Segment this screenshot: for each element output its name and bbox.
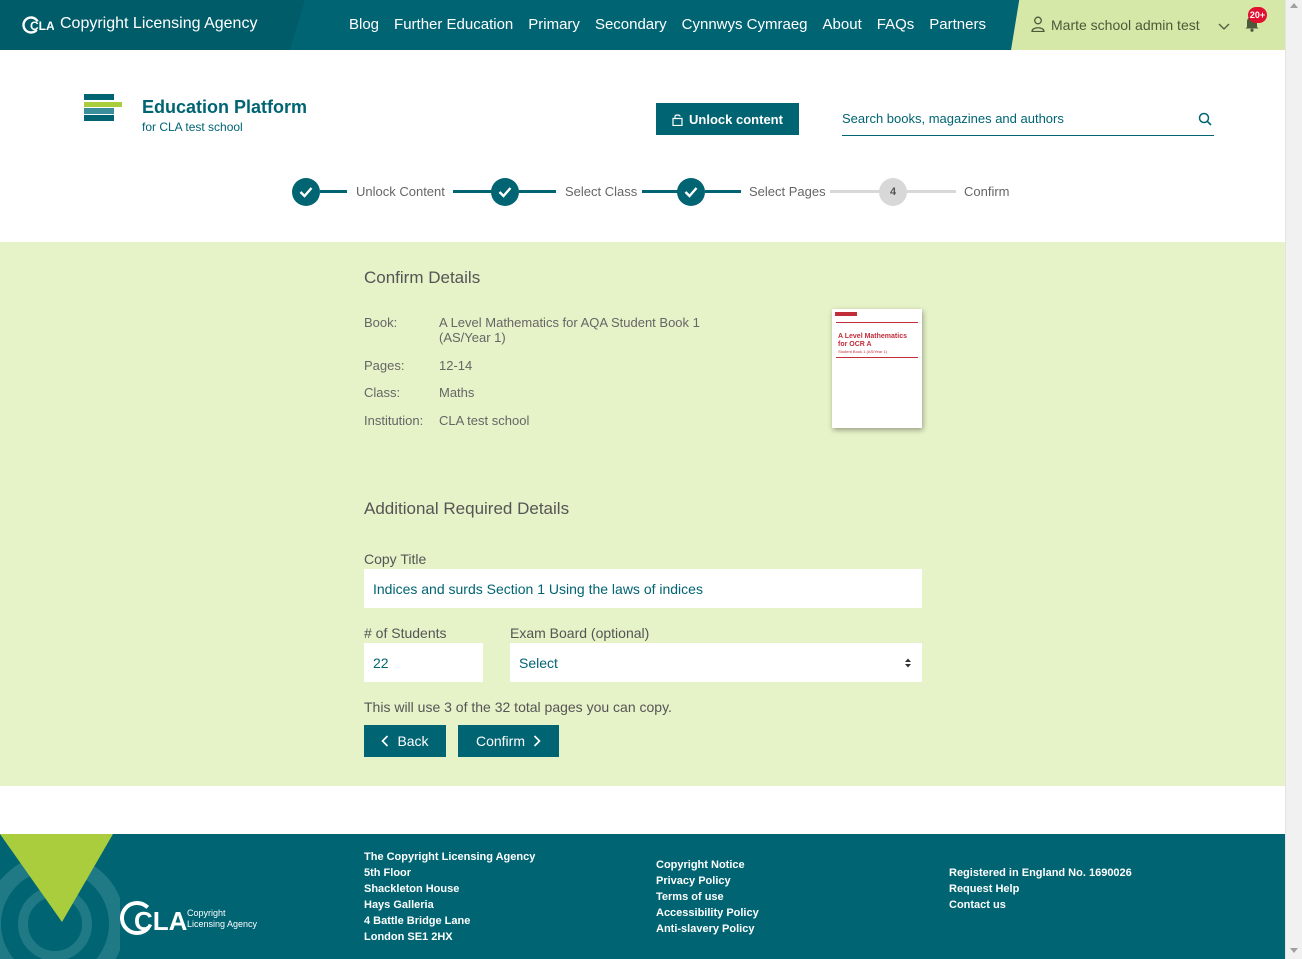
notification-badge: 20+	[1248, 7, 1267, 23]
step-3-complete	[677, 178, 705, 206]
footer-link-request-help[interactable]: Request Help	[949, 881, 1132, 897]
scroll-up-arrow-icon[interactable]	[1290, 3, 1298, 8]
step-4-current: 4	[879, 178, 907, 206]
footer-link-copyright-notice[interactable]: Copyright Notice	[656, 857, 759, 873]
page-scrollbar[interactable]	[1285, 0, 1302, 959]
svg-text:CLA: CLA	[134, 906, 188, 936]
footer-cla-logo-icon[interactable]: CLA Copyright Licensing Agency	[120, 898, 260, 940]
checkmark-icon	[684, 187, 698, 198]
chevron-right-icon	[533, 735, 541, 747]
confirm-button[interactable]: Confirm	[458, 725, 559, 757]
book-cover-brand-bar	[835, 312, 857, 316]
book-cover-rule	[836, 322, 918, 323]
user-icon	[1031, 16, 1045, 33]
nav-cynnwys-cymraeg[interactable]: Cynnwys Cymraeg	[682, 16, 808, 33]
step-connector	[705, 190, 741, 193]
confirm-button-label: Confirm	[475, 733, 525, 749]
pages-label: Pages:	[364, 358, 405, 373]
footer-address-line: Shackleton House	[364, 883, 460, 895]
copy-title-input[interactable]	[364, 569, 922, 608]
unlock-content-label: Unlock content	[689, 111, 783, 127]
footer-address-line: Hays Galleria	[364, 899, 434, 911]
institution-value: CLA test school	[439, 413, 530, 428]
footer-registration: Registered in England No. 1690026	[949, 867, 1132, 879]
exam-board-selected-value: Select	[519, 655, 558, 671]
nav-secondary[interactable]: Secondary	[595, 16, 667, 33]
footer-link-contact-us[interactable]: Contact us	[949, 897, 1132, 913]
step-connector	[320, 190, 347, 193]
pages-value: 12-14	[439, 358, 473, 373]
scroll-down-arrow-icon[interactable]	[1290, 948, 1298, 953]
lock-icon	[672, 113, 683, 126]
step-2-label: Select Class	[565, 184, 638, 199]
school-name: for CLA test school	[142, 120, 243, 134]
footer-decoration-icon	[0, 834, 120, 959]
class-value: Maths	[439, 385, 475, 400]
exam-board-label: Exam Board (optional)	[510, 625, 650, 641]
chevron-left-icon	[381, 735, 389, 747]
book-cover-rule	[836, 357, 918, 358]
institution-label: Institution:	[364, 413, 424, 428]
nav-primary[interactable]: Primary	[528, 16, 580, 33]
education-platform-logo-icon[interactable]	[84, 94, 122, 122]
chevron-down-icon[interactable]	[1218, 18, 1230, 30]
footer-policy-links: Copyright Notice Privacy Policy Terms of…	[656, 857, 759, 937]
step-2-complete	[491, 178, 519, 206]
step-connector	[830, 190, 880, 193]
search-icon[interactable]	[1198, 112, 1212, 126]
footer-link-privacy-policy[interactable]: Privacy Policy	[656, 873, 759, 889]
back-button[interactable]: Back	[364, 725, 446, 757]
additional-details-heading: Additional Required Details	[364, 499, 570, 518]
page-usage-note: This will use 3 of the 32 total pages yo…	[364, 699, 672, 715]
step-1-complete	[292, 178, 320, 206]
step-connector	[453, 190, 493, 193]
search-input[interactable]	[842, 111, 1182, 126]
copy-title-label: Copy Title	[364, 551, 427, 567]
book-cover-subtitle: Student Book 1 (AS/Year 1)	[838, 349, 887, 354]
book-value: A Level Mathematics for AQA Student Book…	[439, 315, 700, 345]
checkmark-icon	[299, 187, 313, 198]
book-cover-image: A Level Mathematics for OCR A Student Bo…	[832, 309, 922, 428]
footer-help: Registered in England No. 1690026 Reques…	[949, 865, 1132, 913]
students-input[interactable]	[364, 643, 483, 682]
search-bar	[842, 107, 1214, 136]
step-3-label: Select Pages	[749, 184, 826, 199]
step-connector	[642, 190, 679, 193]
svg-text:CLA: CLA	[30, 19, 54, 33]
unlock-content-button[interactable]: Unlock content	[656, 103, 799, 135]
svg-text:Licensing Agency: Licensing Agency	[187, 919, 258, 929]
footer-address: The Copyright Licensing Agency 5th Floor…	[364, 849, 535, 945]
nav-about[interactable]: About	[823, 16, 862, 33]
footer-address-line: 5th Floor	[364, 867, 412, 879]
select-arrows-icon	[904, 656, 912, 668]
book-cover-title: A Level Mathematics for OCR A	[838, 333, 907, 348]
students-label: # of Students	[364, 625, 447, 641]
footer-address-line: The Copyright Licensing Agency	[364, 851, 536, 863]
footer-link-anti-slavery-policy[interactable]: Anti-slavery Policy	[656, 921, 759, 937]
nav-partners[interactable]: Partners	[929, 16, 986, 33]
footer-link-accessibility-policy[interactable]: Accessibility Policy	[656, 905, 759, 921]
svg-text:Copyright: Copyright	[187, 908, 226, 918]
nav-further-education[interactable]: Further Education	[394, 16, 513, 33]
page-title: Education Platform	[142, 97, 308, 117]
nav-blog[interactable]: Blog	[349, 16, 379, 33]
brand-name-link[interactable]: Copyright Licensing Agency	[60, 15, 257, 33]
user-name[interactable]: Marte school admin test	[1051, 17, 1200, 33]
footer-address-line: 4 Battle Bridge Lane	[364, 915, 471, 927]
exam-board-select[interactable]: Select	[510, 643, 922, 682]
checkmark-icon	[498, 187, 512, 198]
main-nav: Blog Further Education Primary Secondary…	[349, 16, 1001, 33]
cla-logo-icon[interactable]: CLA	[22, 14, 55, 36]
class-label: Class:	[364, 385, 401, 400]
step-connector	[906, 190, 956, 193]
footer-address-line: London SE1 2HX	[364, 931, 453, 943]
footer-link-terms-of-use[interactable]: Terms of use	[656, 889, 759, 905]
step-connector	[519, 190, 556, 193]
book-label: Book:	[364, 315, 398, 330]
back-button-label: Back	[397, 733, 429, 749]
confirm-details-heading: Confirm Details	[364, 268, 481, 287]
step-1-label: Unlock Content	[356, 184, 445, 199]
step-4-label: Confirm	[964, 184, 1010, 199]
nav-faqs[interactable]: FAQs	[877, 16, 915, 33]
